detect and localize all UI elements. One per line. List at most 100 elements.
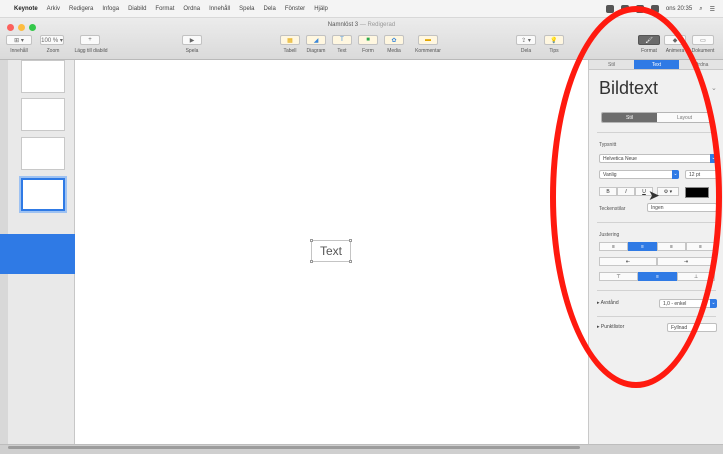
resize-handle[interactable] [349,239,352,242]
insert-text-button[interactable]: T [332,35,352,45]
menu-bar: Keynote Arkiv Redigera Infoga Diabild Fo… [0,0,723,18]
tab-arrange[interactable]: Ordna [679,60,723,69]
insert-chart-button[interactable]: ◢ [306,35,326,45]
align-center-button[interactable]: ≡ [628,242,657,251]
chevron-down-icon[interactable]: ⌄ [711,84,717,92]
bullets-disclosure[interactable]: ▸ Punktlistor [597,324,624,330]
list-icon[interactable]: ☰ [710,6,715,13]
chevron-down-icon: ⌄ [672,170,679,179]
horizontal-scrollbar[interactable] [8,446,580,449]
bullets-value: Fyllnad [671,325,688,331]
tab-style[interactable]: Stil [589,60,634,69]
menu-item-format[interactable]: Format [155,6,174,12]
align-justify-button[interactable]: ≡ [686,242,715,251]
align-right-button[interactable]: ≡ [657,242,686,251]
document-title: Namnlöst 3 — Redigerad [0,22,723,28]
align-left-button[interactable]: ≡ [599,242,628,251]
menu-item-arkiv[interactable]: Arkiv [47,6,60,12]
share-button[interactable]: ⇪ ▾ [516,35,536,45]
disclosure-triangle-icon: ▸ [597,300,600,306]
menu-item-hjalp[interactable]: Hjälp [314,6,328,12]
comment-label: Kommentar [415,48,441,54]
decrease-indent-button[interactable]: ⇤ [599,257,657,266]
segment-layout[interactable]: Layout [657,113,712,122]
character-styles-select[interactable]: Ingen [647,203,717,212]
resize-handle[interactable] [349,260,352,263]
menu-item-redigera[interactable]: Redigera [69,6,93,12]
font-weight-select[interactable]: Vanlig ⌄ [599,170,679,179]
add-slide-button[interactable]: + [80,35,100,45]
menu-item-diabild[interactable]: Diabild [128,6,146,12]
mouse-pointer-icon: ➤ [648,188,660,204]
insert-table-button[interactable]: ▦ [280,35,300,45]
insert-comment-button[interactable]: ▬ [418,35,438,45]
spacing-label: Avstånd [600,300,619,306]
status-area: ons 20:35 ⌕ ☰ [605,0,715,18]
document-button[interactable]: ▭ [692,35,714,45]
tips-label: Tips [549,48,559,54]
inspector-tabs: Stil Text Ordna [589,60,723,70]
valign-bottom-button[interactable]: ⊥ [677,272,715,281]
animate-button[interactable]: ◆ [664,35,686,45]
slide-thumbnail[interactable] [21,137,65,170]
font-family-value: Helvetica Neue [603,156,637,162]
wifi-icon[interactable] [635,5,644,13]
chevron-down-icon: ⌄ [710,154,717,163]
play-button[interactable]: ▶ [182,35,202,45]
document-label: Dokument [691,48,715,54]
resize-handle[interactable] [310,239,313,242]
slide-navigator [0,60,75,444]
menu-app-keynote[interactable]: Keynote [14,6,38,12]
insert-media-button[interactable]: ✿ [384,35,404,45]
valign-top-button[interactable]: ⊤ [599,272,638,281]
bold-button[interactable]: B [599,187,617,196]
segment-style[interactable]: Stil [602,113,657,122]
slide-thumbnail-selected[interactable] [19,176,67,213]
menu-item-innehall[interactable]: Innehåll [209,6,230,12]
valign-middle-button[interactable]: ≡ [638,272,677,281]
text-box-content[interactable]: Text [320,244,342,258]
slide-thumbnail[interactable] [21,60,65,93]
zoom-button[interactable]: 100 % ▾ [40,35,64,45]
menu-item-fonster[interactable]: Fönster [285,6,305,12]
slide-thumbnail[interactable] [21,98,65,131]
paragraph-style-name[interactable]: Bildtext [599,78,658,99]
insert-shape-button[interactable]: ■ [358,35,378,45]
font-size-value: 12 pt [689,172,701,178]
tab-text[interactable]: Text [634,60,679,69]
font-size-stepper[interactable]: 12 pt [685,170,717,179]
spacing-value: 1,0 - enkel [663,301,687,307]
menu-item-dela[interactable]: Dela [264,6,276,12]
font-family-select[interactable]: Helvetica Neue ⌄ [599,154,717,163]
status-icon[interactable] [620,5,629,13]
menu-item-spela[interactable]: Spela [239,6,254,12]
window-toolbar: Namnlöst 3 — Redigerad ⊞ ▾ Innehåll 100 … [0,18,723,60]
character-styles-value: Ingen [651,205,664,211]
search-icon[interactable]: ⌕ [699,6,702,13]
spacing-disclosure[interactable]: ▸ Avstånd [597,300,619,306]
style-layout-segmented-control: Stil Layout [601,112,713,123]
chevron-down-icon: ⌄ [710,299,717,308]
slide-canvas[interactable]: Text [75,60,588,444]
italic-button[interactable]: I [617,187,635,196]
view-label: Innehåll [10,48,28,54]
spacing-select[interactable]: 1,0 - enkel ⌄ [659,299,717,308]
status-icon[interactable] [605,5,614,13]
format-button[interactable]: 🖌 [638,35,660,45]
clock-text[interactable]: ons 20:35 [666,6,692,12]
text-color-swatch[interactable] [685,187,709,198]
menu-item-infoga[interactable]: Infoga [102,6,119,12]
view-button[interactable]: ⊞ ▾ [6,35,32,45]
text-box[interactable]: Text [310,239,352,263]
text-options-gear-button[interactable]: ⚙ ▾ [657,187,679,196]
increase-indent-button[interactable]: ⇥ [657,257,715,266]
tips-button[interactable]: 💡 [544,35,564,45]
menu-item-ordna[interactable]: Ordna [183,6,200,12]
add-slide-label: Lägg till diabild [74,48,108,54]
resize-handle[interactable] [310,260,313,263]
battery-icon[interactable] [650,5,659,13]
divider [597,132,716,133]
divider [597,316,716,317]
font-weight-value: Vanlig [603,172,617,178]
bullets-select[interactable]: Fyllnad [667,323,717,332]
